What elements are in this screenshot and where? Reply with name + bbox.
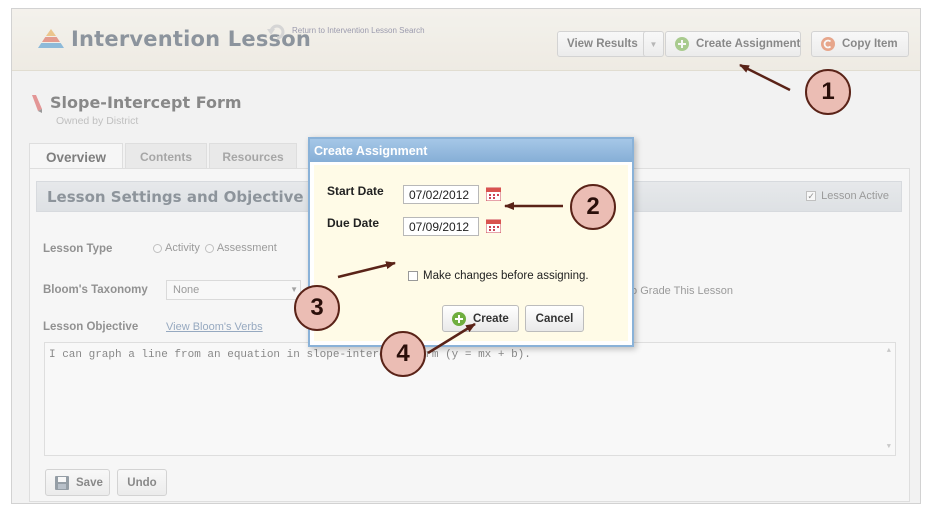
- due-date-input[interactable]: [403, 217, 479, 236]
- cancel-label: Cancel: [535, 312, 574, 325]
- callout-2: 2: [570, 184, 616, 230]
- make-changes-checkbox[interactable]: [408, 271, 418, 281]
- app-frame: Intervention Lesson Return to Interventi…: [11, 8, 921, 504]
- create-label: Create: [473, 312, 509, 325]
- due-date-label: Due Date: [327, 216, 380, 230]
- dialog-title: Create Assignment: [310, 139, 632, 162]
- callout-1: 1: [805, 69, 851, 115]
- cancel-button[interactable]: Cancel: [525, 305, 584, 332]
- calendar-icon[interactable]: [486, 187, 501, 201]
- start-date-label: Start Date: [327, 184, 384, 198]
- callout-3: 3: [294, 285, 340, 331]
- create-button[interactable]: Create: [442, 305, 519, 332]
- calendar-icon[interactable]: [486, 219, 501, 233]
- start-date-input[interactable]: [403, 185, 479, 204]
- plus-circle-icon: [452, 311, 466, 326]
- callout-4: 4: [380, 331, 426, 377]
- make-changes-option[interactable]: Make changes before assigning.: [408, 270, 589, 282]
- create-assignment-dialog: Create Assignment Start Date Due Date Ma…: [308, 137, 634, 347]
- make-changes-label: Make changes before assigning.: [423, 270, 589, 282]
